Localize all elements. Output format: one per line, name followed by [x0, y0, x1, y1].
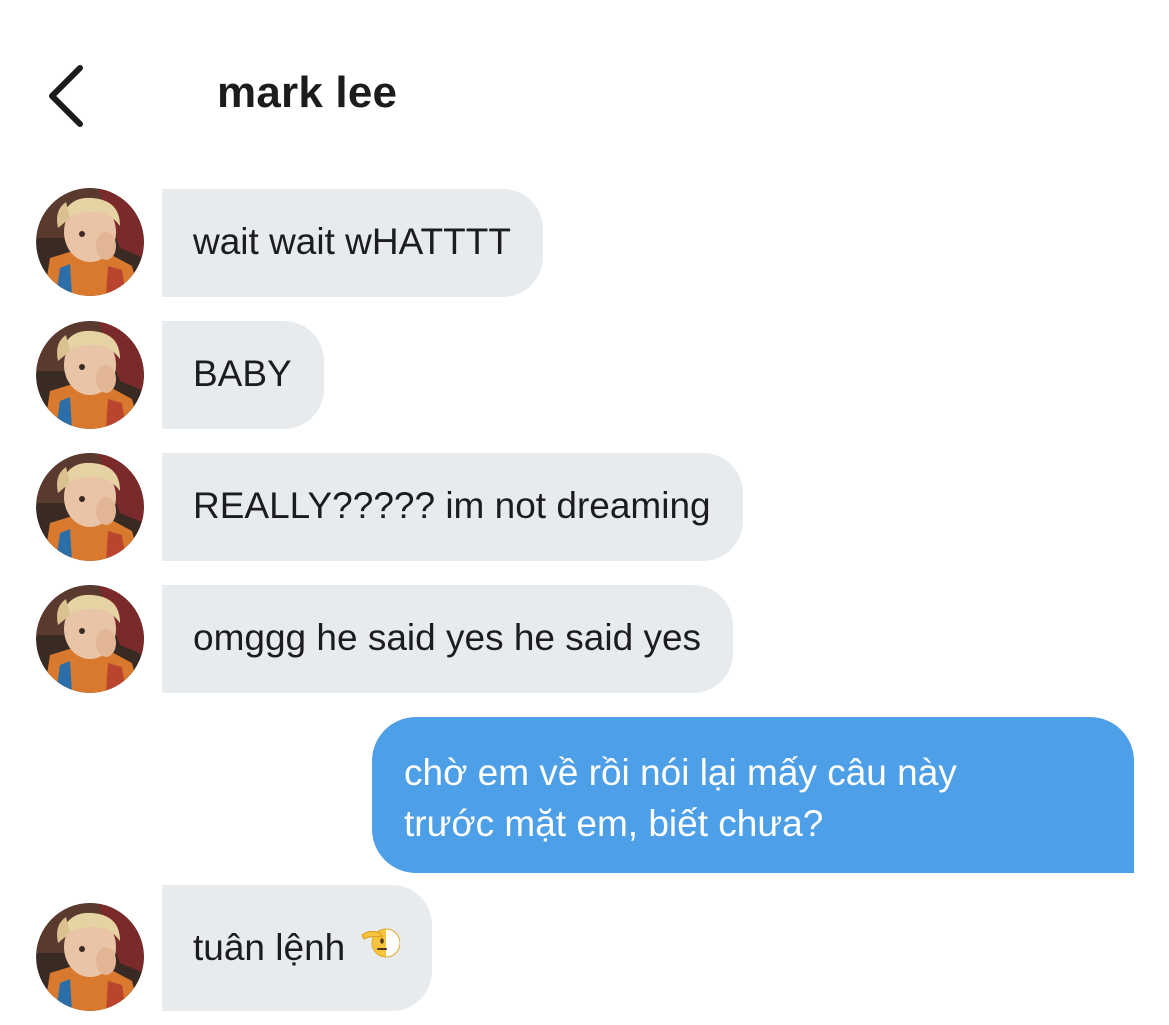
message-bubble-incoming[interactable]: tuân lệnh	[162, 885, 432, 1011]
message-text: wait wait wHATTTT	[193, 221, 511, 262]
contact-name[interactable]: mark lee	[217, 68, 397, 118]
chevron-left-icon[interactable]	[38, 60, 98, 132]
avatar[interactable]	[36, 321, 144, 429]
saluting-face-icon	[360, 921, 401, 974]
message-bubble-incoming[interactable]: REALLY????? im not dreaming	[162, 453, 743, 561]
message-text-line: chờ em về rồi nói lại mấy câu này	[404, 752, 957, 793]
message-text: REALLY????? im not dreaming	[193, 485, 711, 526]
avatar[interactable]	[36, 903, 144, 1011]
message-text-line: trước mặt em, biết chưa?	[404, 803, 824, 844]
avatar[interactable]	[36, 188, 144, 296]
message-bubble-incoming[interactable]: omggg he said yes he said yes	[162, 585, 734, 693]
chat-header: mark lee	[0, 0, 1169, 180]
message-bubble-incoming[interactable]: wait wait wHATTTT	[162, 189, 543, 297]
message-bubble-incoming[interactable]: BABY	[162, 321, 324, 429]
avatar[interactable]	[36, 453, 144, 561]
message-text: omggg he said yes he said yes	[193, 617, 702, 658]
message-text: BABY	[193, 353, 292, 394]
message-text: tuân lệnh	[193, 927, 346, 968]
avatar[interactable]	[36, 585, 144, 693]
message-bubble-outgoing[interactable]: chờ em về rồi nói lại mấy câu này trước …	[372, 717, 1134, 873]
